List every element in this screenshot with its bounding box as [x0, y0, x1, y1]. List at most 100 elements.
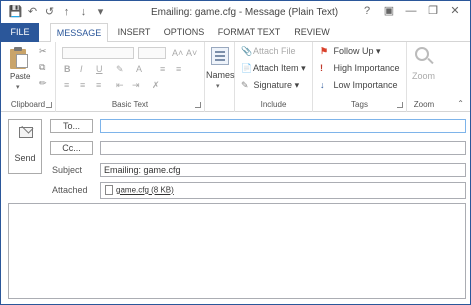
tab-options[interactable]: OPTIONS	[161, 23, 207, 42]
minimize-icon[interactable]: —	[400, 4, 422, 19]
align-right-icon[interactable]: ≡	[96, 80, 101, 90]
follow-up-label: Follow Up	[333, 46, 374, 56]
copy-icon[interactable]: ⧉	[39, 62, 45, 73]
numbering-icon[interactable]: ≡	[176, 64, 181, 74]
to-field[interactable]	[100, 119, 466, 133]
tab-review[interactable]: REVIEW	[291, 23, 333, 42]
follow-up-button[interactable]: ⚑ Follow Up ▾	[320, 46, 381, 57]
shrink-font-icon[interactable]: A˅	[186, 48, 197, 58]
message-window: 💾 ↶ ↺ ↑ ↓ ▾ Emailing: game.cfg - Message…	[0, 0, 471, 305]
zoom-button[interactable]: Zoom	[412, 71, 435, 81]
tab-file[interactable]: FILE	[1, 23, 39, 42]
up-arrow-icon[interactable]: ↑	[58, 5, 75, 19]
font-name-select[interactable]	[62, 47, 134, 59]
exclamation-icon: !	[320, 63, 323, 73]
grow-font-icon[interactable]: A˄	[172, 48, 183, 58]
dropdown-icon[interactable]: ▾	[92, 5, 109, 19]
clear-formatting-icon[interactable]: ✗	[152, 80, 160, 91]
ribbon: Paste ▾ ✂ ⧉ ✏ Clipboard A˄ A˅ B I U ✎ A …	[1, 42, 470, 112]
flag-icon: ⚑	[320, 46, 329, 56]
address-book-icon[interactable]	[211, 47, 229, 65]
bullets-icon[interactable]: ≡	[160, 64, 165, 74]
attachment-item[interactable]: game.cfg (8 KB)	[105, 185, 174, 195]
basic-text-group: A˄ A˅ B I U ✎ A ≡ ≡ ≡ ≡ ≡ ⇤ ⇥ ✗ Basic Te…	[56, 42, 205, 112]
subject-field[interactable]: Emailing: game.cfg	[100, 163, 466, 177]
low-importance-label: Low Importance	[333, 80, 398, 90]
attach-file-label: Attach File	[253, 46, 296, 56]
to-button[interactable]: To...	[50, 119, 93, 133]
font-size-select[interactable]	[138, 47, 166, 59]
tab-insert[interactable]: INSERT	[113, 23, 155, 42]
align-left-icon[interactable]: ≡	[64, 80, 69, 90]
attached-label: Attached	[52, 185, 88, 195]
ribbon-display-options-icon[interactable]: ▣	[378, 4, 400, 19]
zoom-group: Zoom Zoom	[407, 42, 441, 112]
follow-up-dropdown-icon: ▾	[376, 46, 381, 56]
tags-group: ⚑ Follow Up ▾ ! High Importance ↓ Low Im…	[313, 42, 407, 112]
signature-label: Signature	[253, 80, 293, 90]
clipboard-launcher-icon[interactable]	[46, 102, 52, 108]
cc-field[interactable]	[100, 141, 466, 155]
file-icon	[105, 185, 113, 195]
restore-icon[interactable]: ❐	[422, 4, 444, 19]
send-icon	[19, 127, 33, 138]
tab-message[interactable]: MESSAGE	[50, 23, 108, 43]
window-controls: ? ▣ — ❐ ✕	[356, 4, 466, 19]
attachments-field: game.cfg (8 KB)	[100, 182, 466, 199]
attach-item-dropdown-icon: ▾	[301, 63, 306, 73]
names-button[interactable]: Names	[206, 70, 235, 80]
save-icon[interactable]: 💾	[7, 5, 24, 19]
paste-button[interactable]: Paste	[10, 72, 30, 81]
down-arrow-icon[interactable]: ↓	[75, 5, 92, 19]
paperclip-icon: 📎	[241, 46, 253, 56]
title-bar: 💾 ↶ ↺ ↑ ↓ ▾ Emailing: game.cfg - Message…	[1, 1, 470, 23]
attach-item-icon: 📄	[241, 63, 253, 73]
redo-icon[interactable]: ↺	[41, 5, 58, 19]
basic-text-launcher-icon[interactable]	[195, 102, 201, 108]
align-center-icon[interactable]: ≡	[80, 80, 85, 90]
include-group-label: Include	[260, 100, 287, 109]
signature-button[interactable]: ✎ Signature ▾	[241, 80, 299, 91]
names-group: Names ▾	[205, 42, 235, 112]
cc-button[interactable]: Cc...	[50, 141, 93, 155]
send-label: Send	[14, 153, 36, 163]
high-importance-button[interactable]: ! High Importance	[320, 63, 400, 73]
font-color-icon[interactable]: A	[136, 64, 142, 74]
basic-text-group-label: Basic Text	[111, 100, 149, 109]
include-group: 📎 Attach File 📄 Attach Item ▾ ✎ Signatur…	[235, 42, 313, 112]
undo-icon[interactable]: ↶	[24, 5, 41, 19]
tags-launcher-icon[interactable]	[397, 102, 403, 108]
send-button[interactable]: Send	[8, 119, 42, 174]
names-dropdown-icon[interactable]: ▾	[216, 82, 220, 90]
subject-label: Subject	[52, 165, 83, 175]
collapse-ribbon-icon[interactable]: ⌃	[457, 99, 464, 108]
format-painter-icon[interactable]: ✏	[39, 78, 47, 89]
window-title: Emailing: game.cfg - Message (Plain Text…	[151, 7, 339, 18]
low-importance-button[interactable]: ↓ Low Importance	[320, 80, 398, 90]
down-arrow-importance-icon: ↓	[320, 80, 325, 90]
bold-icon[interactable]: B	[64, 64, 71, 74]
message-body[interactable]	[8, 203, 466, 299]
clipboard-group: Paste ▾ ✂ ⧉ ✏ Clipboard	[1, 42, 56, 112]
attach-item-label: Attach Item	[253, 63, 299, 73]
attach-item-button[interactable]: 📄 Attach Item ▾	[241, 63, 306, 74]
paste-dropdown-icon[interactable]: ▾	[16, 83, 20, 91]
paste-icon[interactable]	[10, 47, 30, 69]
close-icon[interactable]: ✕	[444, 4, 466, 19]
cut-icon[interactable]: ✂	[39, 46, 47, 57]
attachment-name: game.cfg (8 KB)	[116, 185, 174, 195]
italic-icon[interactable]: I	[80, 64, 83, 74]
increase-indent-icon[interactable]: ⇥	[132, 80, 140, 91]
highlight-icon[interactable]: ✎	[116, 64, 124, 75]
quick-access-toolbar: 💾 ↶ ↺ ↑ ↓ ▾	[7, 5, 109, 19]
tab-format-text[interactable]: FORMAT TEXT	[217, 23, 281, 42]
signature-dropdown-icon: ▾	[294, 80, 300, 90]
help-icon[interactable]: ?	[356, 4, 378, 19]
high-importance-label: High Importance	[333, 63, 400, 73]
signature-icon: ✎	[241, 80, 249, 90]
attach-file-button[interactable]: 📎 Attach File	[241, 46, 296, 57]
zoom-group-label: Zoom	[413, 100, 435, 109]
tags-group-label: Tags	[351, 100, 368, 109]
underline-icon[interactable]: U	[96, 64, 103, 74]
decrease-indent-icon[interactable]: ⇤	[116, 80, 124, 91]
